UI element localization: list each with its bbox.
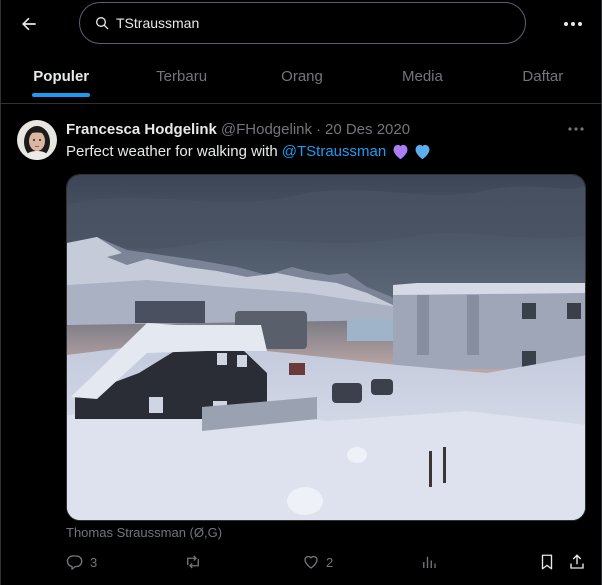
tweet[interactable]: Francesca Hodgelink @FHodgelink · 20 Des… <box>1 105 602 585</box>
tweet-header: Francesca Hodgelink @FHodgelink · 20 Des… <box>66 121 410 138</box>
tweet-date[interactable]: 20 Des 2020 <box>325 121 410 138</box>
active-tab-indicator <box>32 93 91 97</box>
share-icon <box>568 553 586 571</box>
purple-heart-icon <box>391 143 410 160</box>
bookmark-icon <box>538 553 556 571</box>
heart-outline-icon <box>302 553 320 571</box>
tab-media[interactable]: Media <box>362 54 482 98</box>
tweet-body: Perfect weather for walking with <box>66 143 278 160</box>
tab-label: Daftar <box>522 67 564 85</box>
more-horizontal-icon <box>568 127 584 131</box>
retweet-button[interactable] <box>184 551 208 573</box>
tab-label: Media <box>401 67 443 85</box>
author-handle[interactable]: @FHodgelink <box>221 121 312 138</box>
search-tabs: Populer Terbaru Orang Media Daftar <box>1 54 602 104</box>
app-frame: Populer Terbaru Orang Media Daftar <box>0 0 602 585</box>
author-name[interactable]: Francesca Hodgelink <box>66 121 217 138</box>
tweet-actions: 3 2 <box>66 551 590 573</box>
avatar[interactable] <box>17 120 57 160</box>
more-horizontal-icon <box>563 21 583 27</box>
tab-daftar[interactable]: Daftar <box>483 54 602 98</box>
tab-populer[interactable]: Populer <box>1 54 121 98</box>
reply-icon <box>66 553 84 571</box>
reply-count: 3 <box>90 554 98 570</box>
share-button[interactable] <box>568 551 586 573</box>
tab-terbaru[interactable]: Terbaru <box>121 54 241 98</box>
tab-label: Terbaru <box>156 67 208 85</box>
retweet-icon <box>184 553 202 571</box>
search-field[interactable] <box>79 2 526 44</box>
reply-button[interactable]: 3 <box>66 551 97 573</box>
analytics-icon <box>420 553 438 571</box>
arrow-left-icon <box>19 14 39 34</box>
tweet-photo[interactable] <box>66 174 586 521</box>
tweet-text: Perfect weather for walking with @TStrau… <box>66 143 432 160</box>
blue-heart-icon <box>413 143 432 160</box>
views-button[interactable] <box>420 551 438 573</box>
search-input[interactable] <box>116 15 496 31</box>
search-icon <box>94 15 110 31</box>
separator-dot: · <box>316 121 321 138</box>
tweet-more-button[interactable] <box>563 119 589 139</box>
search-header: Populer Terbaru Orang Media Daftar <box>1 0 602 104</box>
tab-label: Populer <box>33 67 90 85</box>
tab-label: Orang <box>281 67 323 85</box>
like-count: 2 <box>326 554 334 570</box>
back-button[interactable] <box>15 10 43 38</box>
mention-link[interactable]: @TStraussman <box>282 143 386 160</box>
photo-caption: Thomas Straussman (Ø,G) <box>66 525 223 540</box>
like-button[interactable]: 2 <box>302 551 333 573</box>
bookmark-button[interactable] <box>538 551 556 573</box>
tab-orang[interactable]: Orang <box>242 54 362 98</box>
more-options-button[interactable] <box>559 10 587 38</box>
